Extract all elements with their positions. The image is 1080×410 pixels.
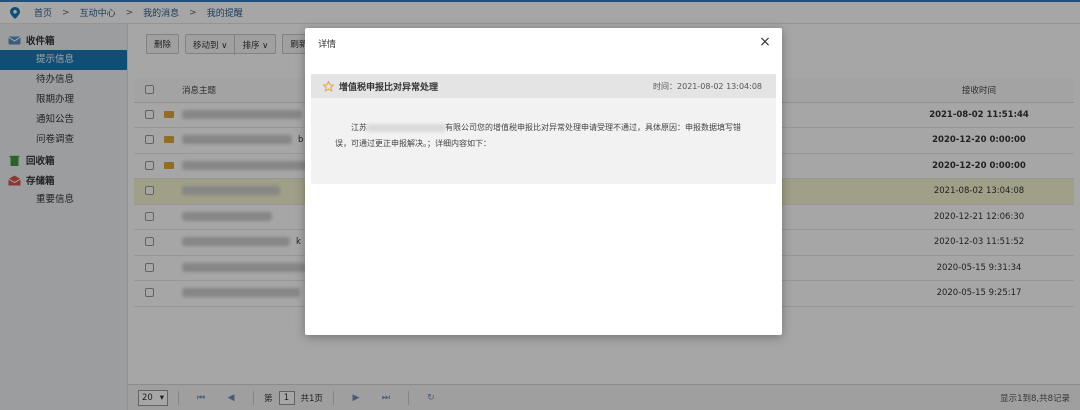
detail-dialog: 详情 × 增值税申报比对异常处理 时间：2021-08-02 13:04:08 … bbox=[305, 28, 782, 335]
message-time: 时间：2021-08-02 13:04:08 bbox=[653, 81, 762, 91]
close-icon[interactable]: × bbox=[758, 35, 772, 49]
message-title-bar: 增值税申报比对异常处理 时间：2021-08-02 13:04:08 bbox=[311, 74, 776, 98]
redacted-company-name bbox=[367, 123, 445, 132]
modal-overlay[interactable]: 详情 × 增值税申报比对异常处理 时间：2021-08-02 13:04:08 … bbox=[0, 0, 1080, 410]
message-detail: 增值税申报比对异常处理 时间：2021-08-02 13:04:08 江苏 有限公… bbox=[311, 74, 776, 184]
message-title: 增值税申报比对异常处理 bbox=[339, 82, 439, 93]
star-icon[interactable] bbox=[323, 80, 334, 92]
dialog-title: 详情 bbox=[318, 39, 337, 50]
message-content: 江苏 有限公司您的增值税申报比对异常处理申请受理不通过，具体原因：申报数据填写错误… bbox=[335, 123, 741, 148]
